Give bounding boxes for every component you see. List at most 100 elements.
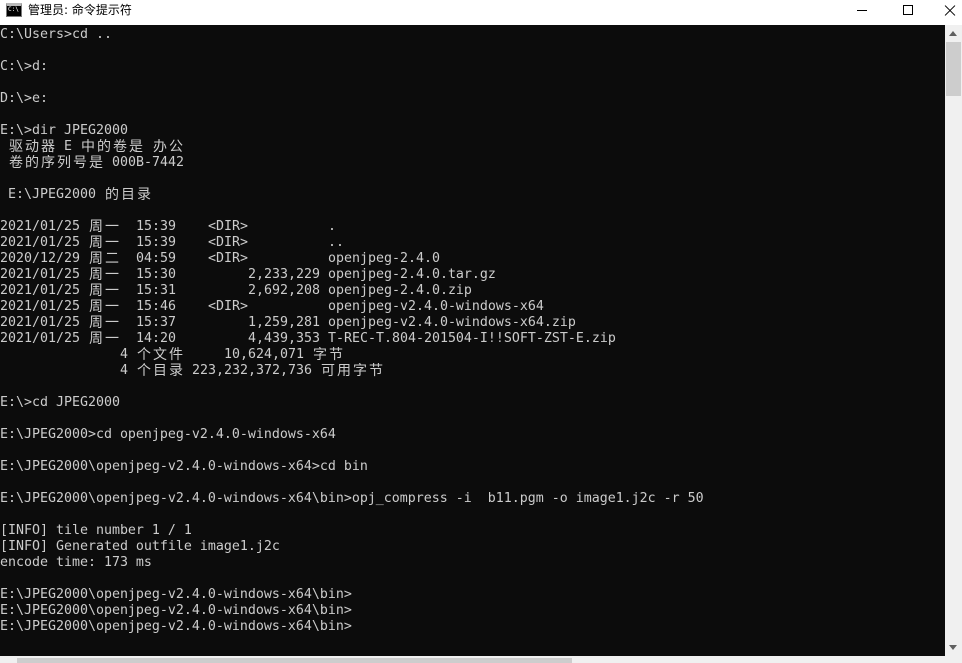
console-line: E:\>dir JPEG2000 (0, 123, 128, 138)
wide-char-cell: 周 (89, 315, 103, 331)
wide-char-cell: 个 (137, 347, 151, 363)
wide-char-cell: 周 (89, 251, 103, 267)
console-line: E:\JPEG2000\openjpeg-v2.4.0-windows-x64>… (0, 459, 368, 474)
dir-entry: 2021/01/25 周一 15:39 <DIR> .. (0, 235, 945, 251)
wide-char-cell: 一 (105, 299, 119, 315)
console-icon[interactable]: C:\ (6, 3, 22, 17)
wide-char-cell: 一 (105, 283, 119, 299)
scrollbar-corner (945, 656, 962, 663)
wide-char-cell: 字 (313, 347, 327, 363)
entry-time: 15:30 (136, 267, 176, 282)
console-output[interactable]: C:\Users>cd .. C:\>d: D:\>e: E:\>dir JPE… (0, 25, 945, 656)
console-window: C:\ 管理员: 命令提示符 C:\Users>cd .. C:\>d: D:\… (0, 0, 962, 663)
wide-char-cell: 周 (89, 235, 103, 251)
free-bytes: 223,232,372,736 (192, 363, 312, 378)
wide-char-cell: 中 (81, 139, 95, 155)
wide-char-cell: 节 (329, 347, 343, 363)
prompt-line: E:\JPEG2000\openjpeg-v2.4.0-windows-x64\… (0, 587, 352, 602)
wide-char-cell: 序 (41, 155, 55, 171)
entry-date: 2021/01/25 (0, 331, 80, 346)
file-count-label: 个文件 (136, 347, 184, 363)
entry-type: <DIR> (208, 299, 248, 314)
scroll-down-button[interactable] (945, 639, 962, 656)
maximize-button[interactable] (885, 0, 931, 25)
wide-char-cell: 周 (89, 267, 103, 283)
entry-time: 15:39 (136, 219, 176, 234)
minimize-button[interactable] (839, 0, 885, 25)
entry-name: .. (328, 235, 344, 250)
volume-label-line: 驱动器 E 中的卷是 办公 (9, 139, 183, 155)
dir-entry: 2021/01/25 周一 15:46 <DIR> openjpeg-v2.4.… (0, 299, 945, 315)
wide-char-cell: 周 (89, 219, 103, 235)
title-bar[interactable]: C:\ 管理员: 命令提示符 (0, 0, 962, 25)
dir-entry: 2021/01/25 周一 14:20 4,439,353 T-REC-T.80… (0, 331, 945, 347)
wide-char-cell: 公 (169, 139, 183, 155)
wide-char-cell: 目 (153, 363, 167, 379)
scroll-up-button[interactable] (945, 25, 962, 42)
dir-summary-dirs: 4 个目录 223,232,372,736 可用字节 (0, 363, 945, 379)
program-output-line: [INFO] Generated outfile image1.j2c (0, 539, 280, 554)
entry-weekday: 周一 (88, 219, 120, 235)
wide-char-cell: 一 (105, 235, 119, 251)
console-line: C:\Users>cd .. (0, 27, 112, 42)
entry-time: 15:39 (136, 235, 176, 250)
vertical-scroll-thumb[interactable] (946, 42, 961, 96)
wide-char-cell: 一 (105, 331, 119, 347)
horizontal-scrollbar[interactable] (0, 656, 945, 663)
wide-char-cell: 周 (89, 283, 103, 299)
wide-char-cell: 卷 (113, 139, 127, 155)
wide-char-cell: 的 (25, 155, 39, 171)
scroll-down-arrow-icon (949, 645, 957, 650)
dir-summary-files: 4 个文件 10,624,071 字节 (0, 347, 945, 363)
console-icon-label: C:\ (8, 6, 19, 13)
wide-char-cell: 是 (89, 155, 103, 171)
wide-char-cell: 件 (169, 347, 183, 363)
wide-char-cell: 动 (25, 139, 39, 155)
window-title: 管理员: 命令提示符 (28, 3, 132, 17)
prompt-line: E:\JPEG2000\openjpeg-v2.4.0-windows-x64\… (0, 603, 352, 618)
console-line: C:\>d: (0, 59, 48, 74)
entry-date: 2021/01/25 (0, 283, 80, 298)
wide-char-cell: 一 (105, 219, 119, 235)
volume-serial-line: 卷的序列号是 000B-7442 (9, 155, 184, 171)
console-line: D:\>e: (0, 91, 48, 106)
wide-char-cell: 字 (353, 363, 367, 379)
wide-char-cell: 录 (169, 363, 183, 379)
wide-char-cell: 文 (153, 347, 167, 363)
entry-size: 4,439,353 (248, 331, 320, 346)
dir-entry: 2021/01/25 周一 15:31 2,692,208 openjpeg-2… (0, 283, 945, 299)
entry-type: <DIR> (208, 235, 248, 250)
entry-size: 2,233,229 (248, 267, 320, 282)
entry-weekday: 周二 (88, 251, 120, 267)
wide-char-cell: 周 (89, 331, 103, 347)
dir-entry: 2021/01/25 周一 15:39 <DIR> . (0, 219, 945, 235)
horizontal-scroll-thumb[interactable] (17, 658, 572, 663)
wide-char-cell: 可 (321, 363, 335, 379)
entry-weekday: 周一 (88, 315, 120, 331)
entry-size: 1,259,281 (248, 315, 320, 330)
wide-char-cell: 器 (41, 139, 55, 155)
entry-date: 2020/12/29 (0, 251, 80, 266)
entry-time: 15:31 (136, 283, 176, 298)
directory-heading: E:\JPEG2000 的目录 (8, 187, 151, 203)
wide-char-cell: 办 (153, 139, 167, 155)
entry-name: openjpeg-2.4.0 (328, 251, 440, 266)
dir-count-label: 个目录 (136, 363, 184, 379)
close-button[interactable] (928, 0, 962, 25)
wide-char-cell: 的 (97, 139, 111, 155)
wide-char-cell: 列 (57, 155, 71, 171)
entry-size: 2,692,208 (248, 283, 320, 298)
entry-weekday: 周一 (88, 331, 120, 347)
free-bytes-unit: 可用字节 (320, 363, 384, 379)
vertical-scrollbar[interactable] (945, 25, 962, 656)
entry-weekday: 周一 (88, 299, 120, 315)
wide-char-cell: 录 (136, 187, 151, 203)
wide-char-cell: 驱 (9, 139, 23, 155)
